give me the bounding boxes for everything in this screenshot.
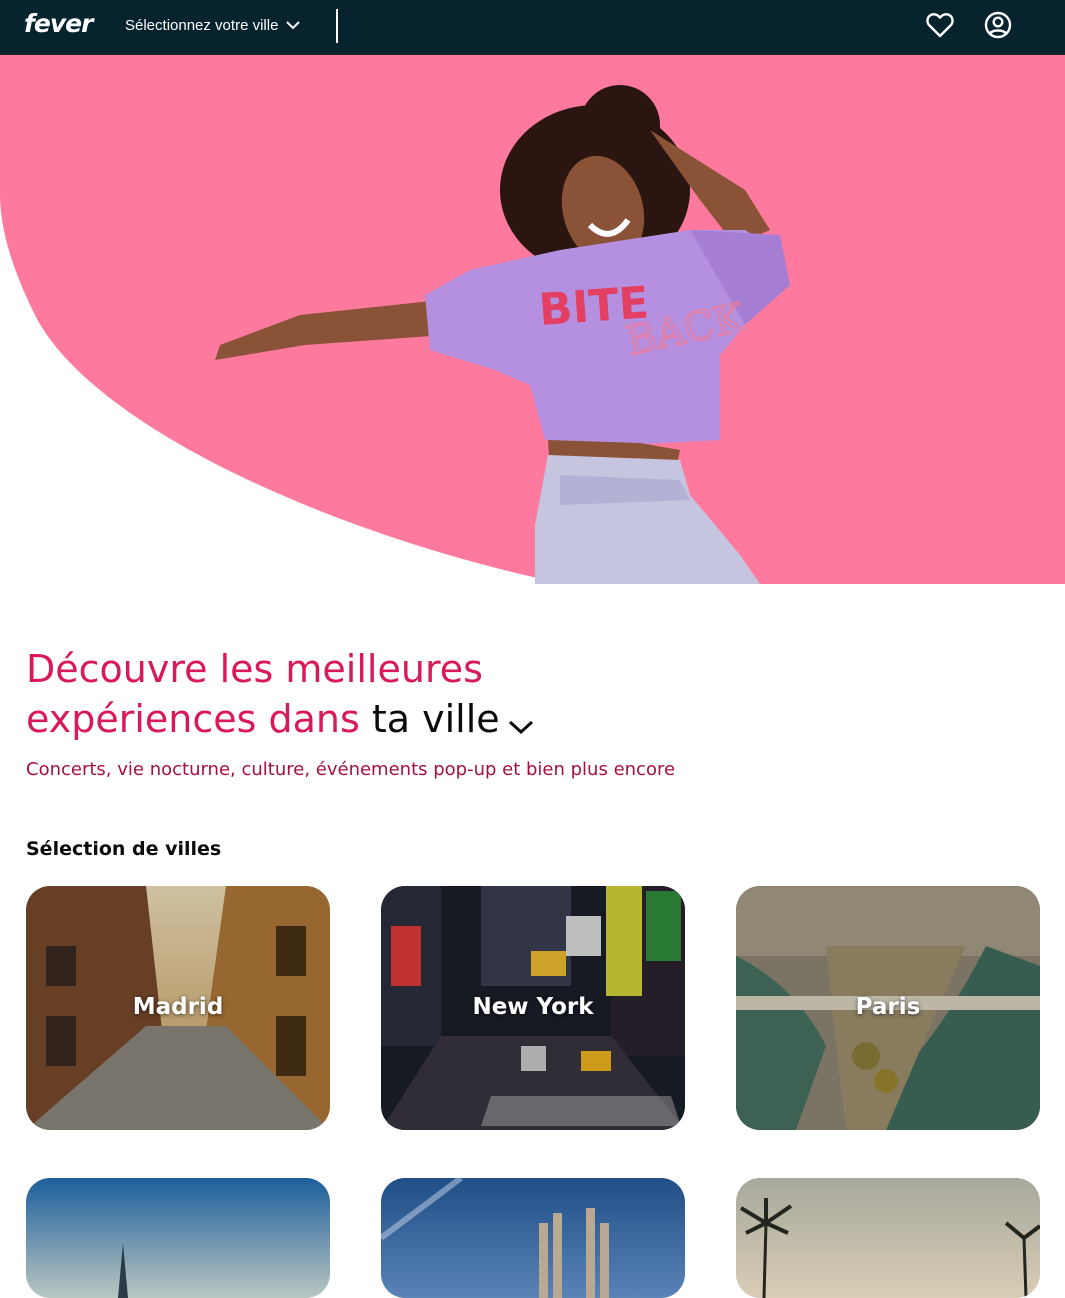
headline-line-1: Découvre les meilleures [26, 647, 483, 691]
chevron-down-icon [286, 21, 301, 30]
top-navigation-bar: fever Sélectionnez votre ville [0, 0, 1065, 55]
city-card[interactable] [26, 1178, 330, 1298]
hero-subtitle: Concerts, vie nocturne, culture, événeme… [26, 759, 676, 780]
city-card-madrid[interactable]: Madrid [26, 886, 330, 1130]
header-divider [336, 9, 338, 43]
city-skyline-image [26, 1178, 330, 1298]
city-name-paris: Paris [855, 994, 921, 1020]
favorites-button[interactable] [925, 12, 955, 42]
city-name-madrid: Madrid [132, 994, 224, 1020]
heart-icon [926, 12, 954, 43]
city-card[interactable] [381, 1178, 685, 1298]
cities-section-title: Sélection de villes [26, 838, 222, 860]
city-card[interactable] [736, 1178, 1040, 1298]
hero-banner: BITE BACK [0, 55, 1065, 584]
city-palm-trees-image [736, 1178, 1040, 1298]
account-button[interactable] [983, 11, 1013, 44]
fever-logo[interactable]: fever [24, 9, 93, 38]
headline-city-word: ta ville [371, 697, 500, 741]
city-selector-label: Sélectionnez votre ville [125, 17, 279, 34]
city-name-new-york: New York [472, 994, 594, 1020]
chevron-down-icon [508, 697, 534, 747]
headline-line-2-prefix: expériences dans [26, 697, 372, 741]
city-cathedral-image [381, 1178, 685, 1298]
headline-city-selector[interactable]: ta ville [372, 697, 534, 741]
user-account-icon [984, 11, 1012, 44]
hero-illustration: BITE BACK [0, 55, 1065, 584]
city-card-new-york[interactable]: New York [381, 886, 685, 1130]
city-selector-dropdown[interactable]: Sélectionnez votre ville [125, 17, 301, 34]
hero-headline: Découvre les meilleures expériences dans… [26, 644, 534, 747]
city-card-paris[interactable]: Paris [736, 886, 1040, 1130]
